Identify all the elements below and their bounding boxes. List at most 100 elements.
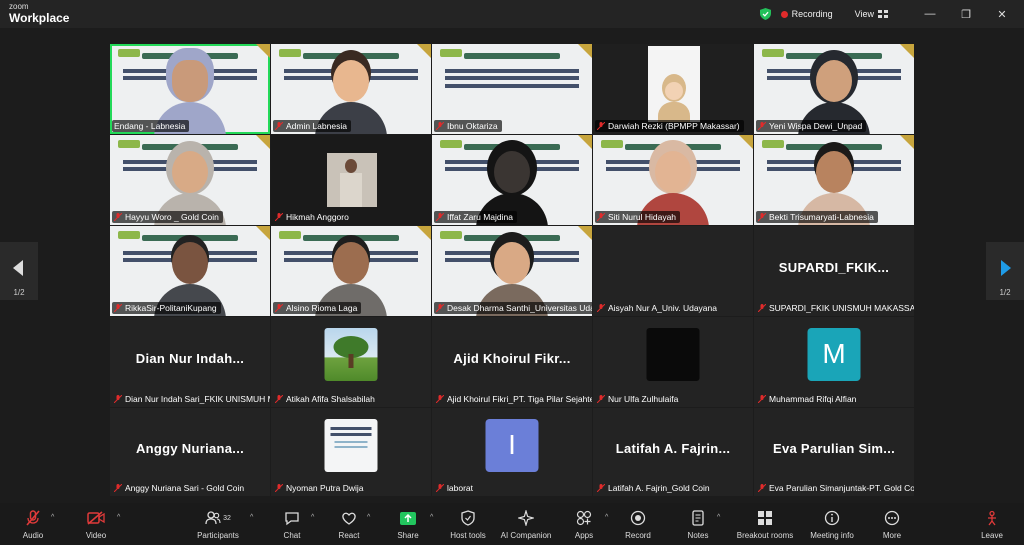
participant-name-text: Yeni Wispa Dewi_Unpad bbox=[769, 121, 863, 131]
participant-name-text: Hikmah Anggoro bbox=[286, 212, 349, 222]
participant-video bbox=[327, 153, 377, 207]
more-label: More bbox=[882, 531, 902, 540]
share-options-caret[interactable]: ^ bbox=[430, 514, 433, 521]
page-indicator-left: 1/2 bbox=[13, 288, 25, 297]
video-tile[interactable]: Ibnu Oktariza bbox=[432, 44, 592, 134]
video-tile[interactable]: Nyoman Putra Dwija bbox=[271, 408, 431, 496]
leave-button[interactable]: Leave bbox=[962, 509, 1022, 540]
video-tile[interactable]: Atikah Afifa Shalsabilah bbox=[271, 317, 431, 407]
mic-muted-icon bbox=[275, 484, 283, 492]
restore-button[interactable]: ❐ bbox=[952, 8, 980, 21]
sparkle-icon bbox=[518, 510, 534, 526]
mic-muted-icon bbox=[436, 395, 444, 403]
video-tile[interactable]: Dian Nur Indah... Dian Nur Indah Sari_FK… bbox=[110, 317, 270, 407]
meeting-info-button[interactable]: Meeting info bbox=[802, 509, 862, 540]
profile-picture bbox=[324, 327, 378, 381]
participant-display-name: Latifah A. Fajrin... bbox=[615, 441, 731, 457]
video-tile[interactable]: Endang - Labnesia bbox=[110, 44, 270, 134]
breakout-rooms-icon bbox=[758, 511, 772, 525]
participant-name-text: Nyoman Putra Dwija bbox=[286, 483, 364, 493]
video-tile[interactable]: Ajid Khoirul Fikr... Ajid Khoirul Fikri_… bbox=[432, 317, 592, 407]
participant-name: laborat bbox=[434, 482, 477, 494]
host-tools-label: Host tools bbox=[450, 531, 486, 540]
app-logo: zoom Workplace bbox=[9, 3, 69, 25]
shield-icon bbox=[461, 510, 475, 526]
participant-name-text: Dian Nur Indah Sari_FKIK UNISMUH MAKASSA… bbox=[125, 394, 270, 404]
participant-name: Ibnu Oktariza bbox=[434, 120, 502, 132]
participant-name-text: Aisyah Nur A_Univ. Udayana bbox=[608, 303, 717, 313]
ai-companion-label: AI Companion bbox=[500, 531, 552, 540]
participant-name-text: Atikah Afifa Shalsabilah bbox=[286, 394, 375, 404]
chevron-left-icon bbox=[13, 260, 23, 276]
video-tile[interactable]: Siti Nurul Hidayah bbox=[593, 135, 753, 225]
host-tools-button[interactable]: Host tools bbox=[438, 509, 498, 540]
participant-name-text: Muhammad Rifqi Alfian bbox=[769, 394, 857, 404]
meeting-info-label: Meeting info bbox=[810, 531, 854, 540]
leave-icon bbox=[988, 510, 996, 526]
mic-muted-icon bbox=[758, 304, 766, 312]
mic-muted-icon bbox=[597, 122, 605, 130]
record-button[interactable]: Record bbox=[608, 509, 668, 540]
participants-button[interactable]: 32 Participants bbox=[188, 509, 248, 540]
video-tile[interactable]: Iffat Zaru Majdina bbox=[432, 135, 592, 225]
mic-muted-icon bbox=[758, 213, 766, 221]
participant-name: Latifah A. Fajrin_Gold Coin bbox=[595, 482, 714, 494]
participant-display-name: Anggy Nuriana... bbox=[135, 441, 245, 457]
participant-display-name: SUPARDI_FKIK... bbox=[778, 260, 890, 276]
close-button[interactable]: ✕ bbox=[988, 8, 1016, 21]
participant-name: Eva Parulian Simanjuntak-PT. Gold Coin bbox=[756, 482, 914, 494]
prev-page-button[interactable]: 1/2 bbox=[0, 242, 38, 300]
view-label: View bbox=[854, 9, 874, 19]
next-page-button[interactable]: 1/2 bbox=[986, 242, 1024, 300]
more-button[interactable]: More bbox=[862, 509, 922, 540]
video-tile[interactable]: Eva Parulian Sim... Eva Parulian Simanju… bbox=[754, 408, 914, 496]
react-label: React bbox=[338, 531, 360, 540]
video-tile[interactable]: Yeni Wispa Dewi_Unpad bbox=[754, 44, 914, 134]
mic-muted-icon bbox=[436, 122, 444, 130]
video-tile[interactable]: Bekti Trisumaryati-Labnesia bbox=[754, 135, 914, 225]
video-tile[interactable]: Anggy Nuriana... Anggy Nuriana Sari - Go… bbox=[110, 408, 270, 496]
mic-muted-icon bbox=[436, 484, 444, 492]
participant-name: Siti Nurul Hidayah bbox=[595, 211, 681, 223]
breakout-rooms-button[interactable]: Breakout rooms bbox=[735, 509, 795, 540]
participant-name-text: Latifah A. Fajrin_Gold Coin bbox=[608, 483, 710, 493]
chat-options-caret[interactable]: ^ bbox=[311, 514, 314, 521]
share-screen-icon bbox=[400, 511, 416, 525]
participants-options-caret[interactable]: ^ bbox=[250, 514, 253, 521]
share-button[interactable]: Share bbox=[378, 509, 438, 540]
mic-muted-icon bbox=[114, 395, 122, 403]
video-tile[interactable]: Aisyah Nur A_Univ. Udayana bbox=[593, 226, 753, 316]
video-tile[interactable]: Desak Dharma Santhi_Universitas Udayana bbox=[432, 226, 592, 316]
participant-name: Nur Ulfa Zulhulaifa bbox=[595, 393, 682, 405]
shield-check-icon[interactable] bbox=[759, 8, 771, 20]
mic-muted-icon bbox=[436, 304, 444, 312]
minimize-button[interactable]: — bbox=[916, 8, 944, 20]
video-tile[interactable]: M Muhammad Rifqi Alfian bbox=[754, 317, 914, 407]
video-tile[interactable]: Nur Ulfa Zulhulaifa bbox=[593, 317, 753, 407]
video-options-caret[interactable]: ^ bbox=[117, 514, 120, 521]
video-tile[interactable]: Admin Labnesia bbox=[271, 44, 431, 134]
notes-options-caret[interactable]: ^ bbox=[717, 514, 720, 521]
video-tile[interactable]: Alsino Rioma Laga bbox=[271, 226, 431, 316]
video-tile[interactable]: RikkaSir-PolitaniKupang bbox=[110, 226, 270, 316]
video-tile[interactable]: SUPARDI_FKIK... SUPARDI_FKIK UNISMUH MAK… bbox=[754, 226, 914, 316]
audio-options-caret[interactable]: ^ bbox=[51, 514, 54, 521]
view-button[interactable]: View bbox=[855, 9, 888, 19]
participant-name: Muhammad Rifqi Alfian bbox=[756, 393, 860, 405]
participants-label: Participants bbox=[197, 531, 239, 540]
video-tile[interactable]: Latifah A. Fajrin... Latifah A. Fajrin_G… bbox=[593, 408, 753, 496]
video-label: Video bbox=[85, 531, 107, 540]
title-bar: zoom Workplace Recording View — ❐ ✕ bbox=[0, 0, 1024, 28]
video-tile[interactable]: Hikmah Anggoro bbox=[271, 135, 431, 225]
video-off-icon bbox=[87, 511, 105, 525]
ai-companion-button[interactable]: AI Companion bbox=[496, 509, 556, 540]
video-tile[interactable]: I laborat bbox=[432, 408, 592, 496]
participant-name: Darwiah Rezki (BPMPP Makassar) bbox=[595, 120, 744, 132]
video-tile[interactable]: Hayyu Woro _ Gold Coin bbox=[110, 135, 270, 225]
participant-name: Bekti Trisumaryati-Labnesia bbox=[756, 211, 878, 223]
mic-muted-icon bbox=[114, 213, 122, 221]
participant-display-name: Dian Nur Indah... bbox=[135, 351, 245, 367]
record-label: Record bbox=[625, 531, 651, 540]
video-tile[interactable]: Darwiah Rezki (BPMPP Makassar) bbox=[593, 44, 753, 134]
react-options-caret[interactable]: ^ bbox=[367, 514, 370, 521]
